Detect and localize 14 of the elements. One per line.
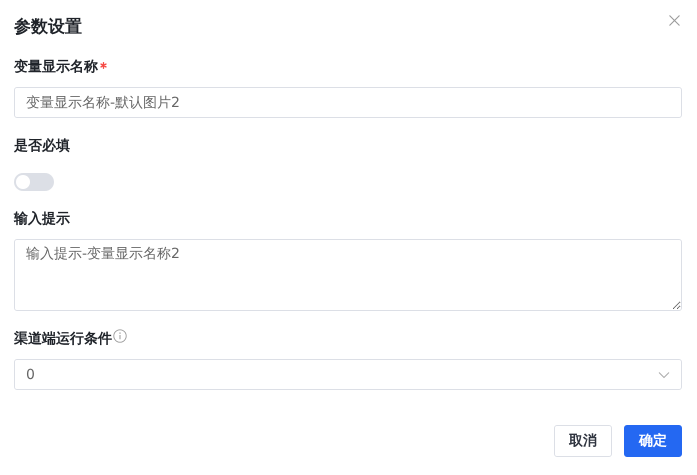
confirm-button[interactable]: 确定: [624, 425, 682, 457]
field-label: 输入提示: [14, 210, 70, 229]
textarea-field[interactable]: 输入提示-变量显示名称2: [14, 239, 682, 311]
select-field[interactable]: 0: [14, 359, 682, 390]
field-label: 渠道端运行条件: [14, 330, 112, 349]
cancel-button[interactable]: 取消: [554, 425, 612, 457]
info-icon[interactable]: [113, 329, 127, 343]
field-label: 是否必填: [14, 137, 70, 156]
chevron-down-icon: [658, 370, 670, 378]
text-input-field[interactable]: 变量显示名称-默认图片2: [14, 87, 682, 118]
close-icon[interactable]: [669, 15, 680, 26]
dialog-title: 参数设置: [14, 16, 82, 39]
toggle-switch[interactable]: [14, 173, 54, 191]
field-label: 变量显示名称: [14, 58, 98, 77]
